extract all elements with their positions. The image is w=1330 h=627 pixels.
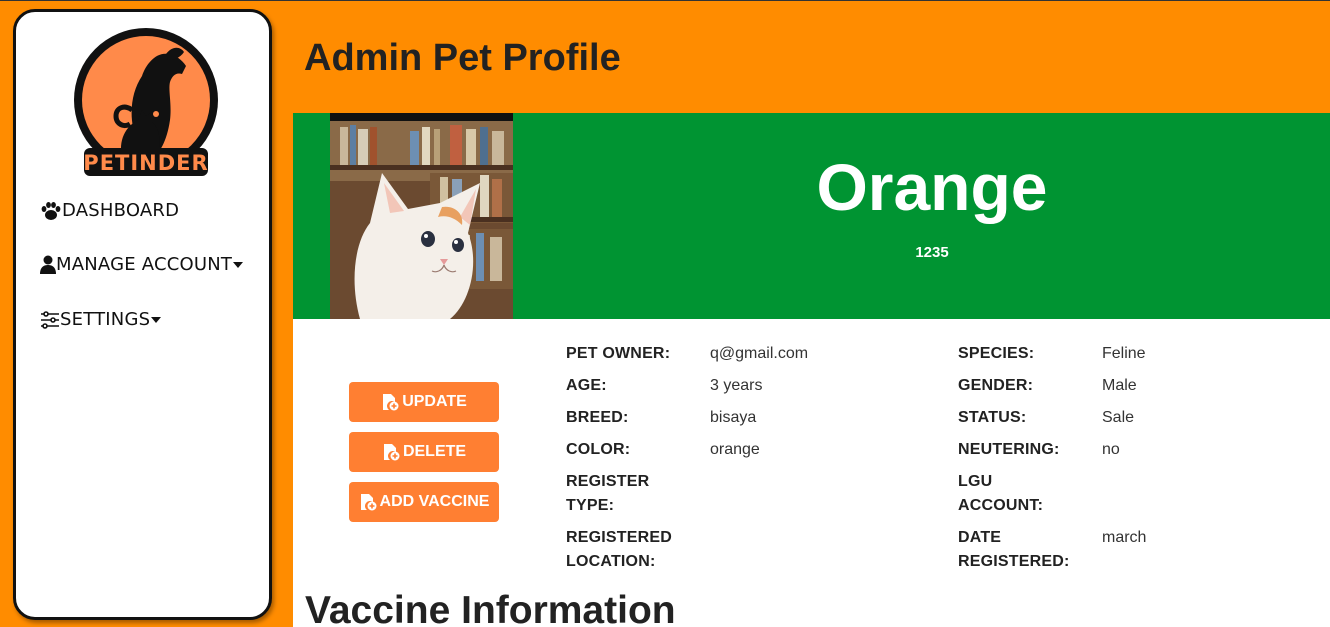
pet-banner: Orange 1235 [293,113,1330,319]
page-title: Admin Pet Profile [304,37,621,79]
sidebar-item-manage-account[interactable]: MANAGE ACCOUNT [40,254,244,275]
add-vaccine-button[interactable]: ADD VACCINE [349,482,499,522]
brand-logo-text: PETINDER [83,151,208,175]
detail-value: q@gmail.com [710,345,809,362]
file-add-icon [359,493,377,511]
delete-button[interactable]: DELETE [349,432,499,472]
sidebar-item-settings[interactable]: SETTINGS [40,309,162,330]
paw-icon [40,201,62,221]
detail-label: SPECIES: [958,345,1035,362]
update-button[interactable]: UPDATE [349,382,499,422]
pet-photo [330,113,513,319]
detail-label: REGISTERED LOCATION: [566,529,673,570]
detail-label: PET OWNER: [566,345,671,362]
sliders-icon [40,310,60,329]
detail-value: bisaya [710,409,757,426]
detail-value: no [1102,441,1120,458]
petinder-logo: PETINDER [68,24,224,184]
vaccine-section-title: Vaccine Information [305,589,676,627]
update-button-label: UPDATE [402,393,467,410]
detail-label: LGU ACCOUNT: [958,473,1044,514]
detail-label: GENDER: [958,377,1034,394]
caret-down-icon [150,315,162,325]
detail-value: Male [1102,377,1137,394]
detail-value: 3 years [710,377,763,394]
detail-value: Feline [1102,345,1146,362]
sidebar-item-label: DASHBOARD [62,200,180,221]
file-add-icon [382,443,400,461]
detail-label: AGE: [566,377,607,394]
sidebar-item-dashboard[interactable]: DASHBOARD [40,200,179,221]
main-content: Orange 1235 UPDATE DELETE ADD VACCINE PE… [293,113,1330,627]
detail-label: REGISTER TYPE: [566,473,650,514]
caret-down-icon [232,260,244,270]
pet-name: Orange [816,150,1048,224]
sidebar-item-label: MANAGE ACCOUNT [56,254,233,275]
detail-value: orange [710,441,760,458]
pet-id: 1235 [915,244,949,261]
add-vaccine-button-label: ADD VACCINE [379,493,490,510]
detail-label: COLOR: [566,441,631,458]
sidebar: PETINDER DASHBOARD MANAGE ACCOUNT SETTIN… [13,9,272,620]
detail-label: DATE REGISTERED: [958,529,1070,570]
detail-label: NEUTERING: [958,441,1060,458]
detail-label: STATUS: [958,409,1027,426]
sidebar-item-label: SETTINGS [60,309,151,330]
delete-button-label: DELETE [402,443,467,460]
user-icon [40,255,56,275]
detail-value: march [1102,529,1147,546]
detail-label: BREED: [566,409,629,426]
file-add-icon [381,393,399,411]
detail-value: Sale [1102,409,1135,426]
